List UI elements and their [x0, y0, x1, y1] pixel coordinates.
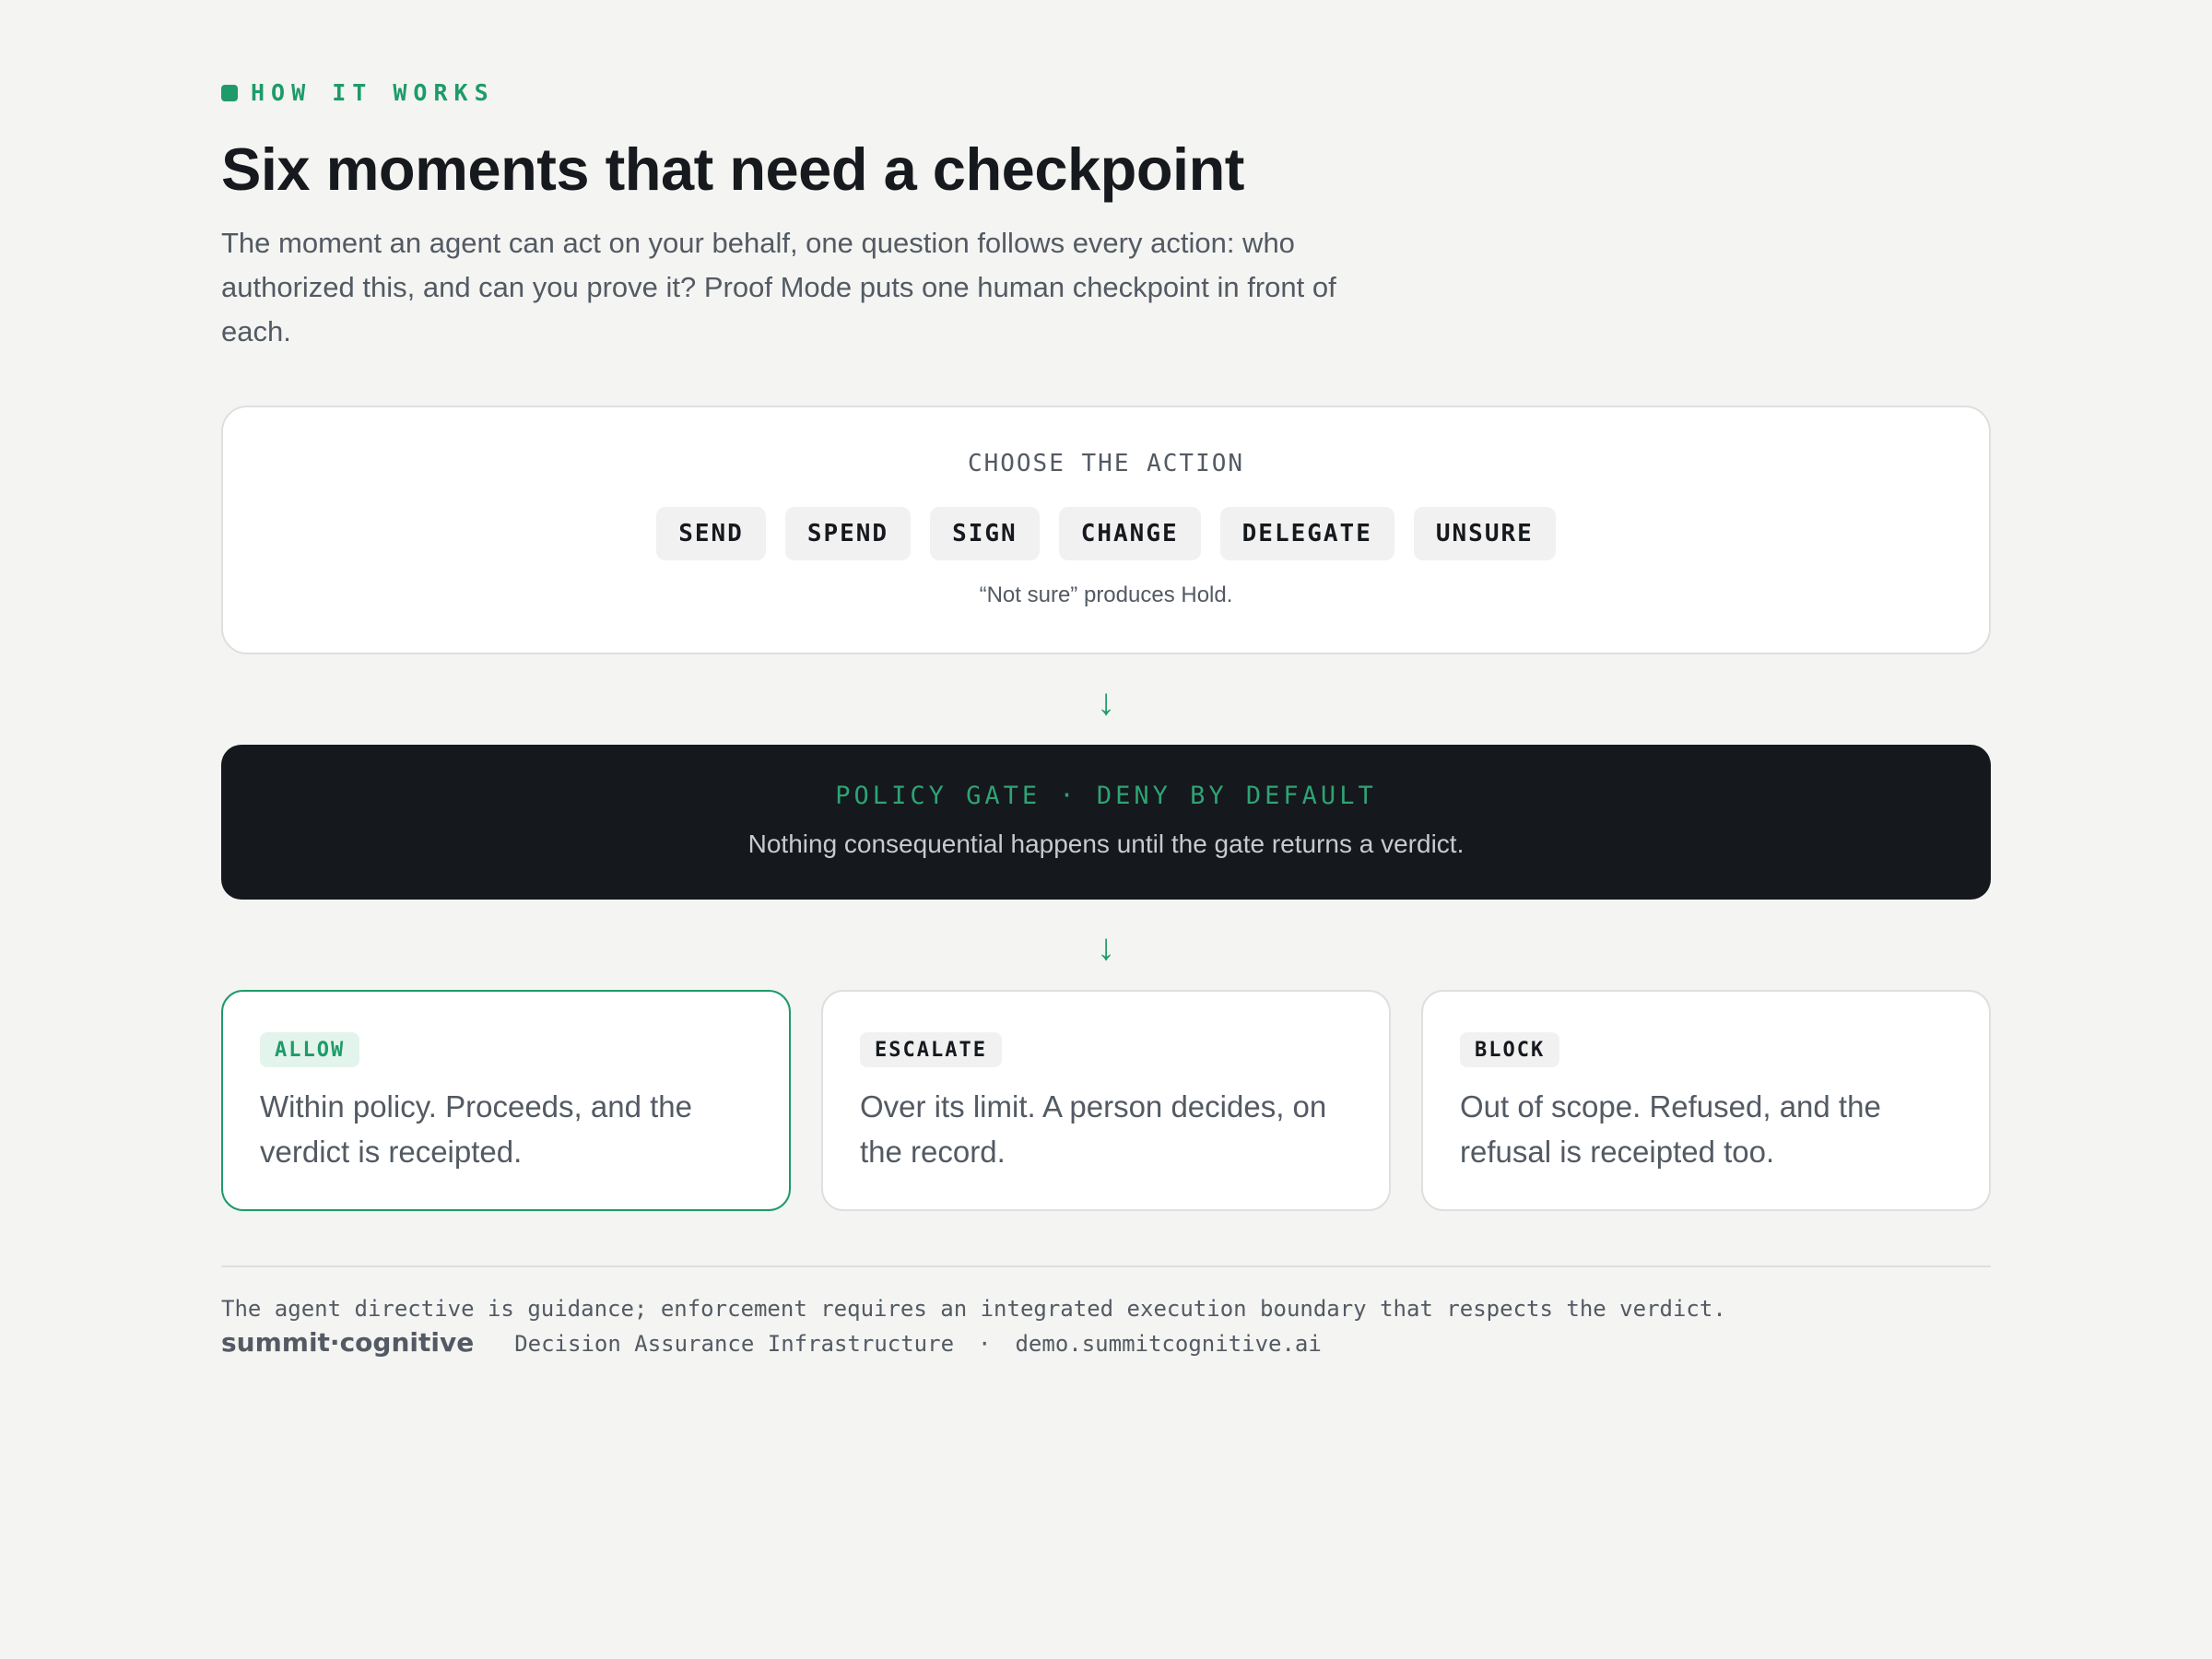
action-button-delegate[interactable]: DELEGATE	[1219, 507, 1394, 560]
intro-paragraph: The moment an agent can act on your beha…	[221, 227, 1336, 347]
policy-gate-panel: POLICY GATE · DENY BY DEFAULT Nothing co…	[221, 745, 1991, 900]
action-button-sign[interactable]: SIGN	[930, 507, 1040, 560]
verdict-badge-block: BLOCK	[1460, 1032, 1560, 1067]
arrow-down-icon: ↓	[1097, 927, 1115, 968]
footer-disclaimer: The agent directive is guidance; enforce…	[221, 1296, 1726, 1322]
verdict-card-escalate: ESCALATE Over its limit. A person decide…	[821, 990, 1391, 1211]
page: HOW IT WORKS Six moments that need a che…	[0, 0, 2212, 1659]
verdict-badge-allow: ALLOW	[260, 1032, 360, 1067]
footer-brand-row: summit·cognitive Decision Assurance Infr…	[221, 1327, 1322, 1358]
page-title: Six moments that need a checkpoint	[221, 135, 1244, 203]
verdict-description: Within policy. Proceeds, and the verdict…	[260, 1089, 692, 1169]
action-button-send[interactable]: SEND	[656, 507, 766, 560]
action-button-unsure[interactable]: UNSURE	[1413, 507, 1556, 560]
brand-logo: summit·cognitive	[221, 1327, 475, 1358]
footer-separator: ·	[978, 1331, 992, 1357]
action-picker-card: CHOOSE THE ACTION SEND SPEND SIGN CHANGE…	[221, 406, 1991, 654]
verdict-badge-escalate: ESCALATE	[860, 1032, 1002, 1067]
verdict-card-block: BLOCK Out of scope. Refused, and the ref…	[1421, 990, 1991, 1211]
footer-domain-link[interactable]: demo.summitcognitive.ai	[1015, 1331, 1321, 1357]
verdict-description: Over its limit. A person decides, on the…	[860, 1089, 1327, 1169]
action-button-spend[interactable]: SPEND	[784, 507, 912, 560]
footer-divider	[221, 1265, 1991, 1267]
action-button-change[interactable]: CHANGE	[1058, 507, 1201, 560]
action-picker-heading: CHOOSE THE ACTION	[967, 450, 1245, 477]
brand-tagline: Decision Assurance Infrastructure	[514, 1331, 955, 1357]
arrow-down-icon: ↓	[1097, 682, 1115, 723]
policy-gate-subtitle: Nothing consequential happens until the …	[747, 830, 1465, 858]
eyebrow-label: HOW IT WORKS	[251, 79, 495, 106]
verdict-card-allow: ALLOW Within policy. Proceeds, and the v…	[221, 990, 791, 1211]
eyebrow: HOW IT WORKS	[221, 79, 495, 106]
verdict-description: Out of scope. Refused, and the refusal i…	[1460, 1089, 1881, 1169]
action-button-row: SEND SPEND SIGN CHANGE DELEGATE UNSURE	[223, 507, 1989, 560]
square-bullet-icon	[221, 84, 238, 101]
action-picker-note: “Not sure” produces Hold.	[979, 582, 1233, 607]
verdict-cards: ALLOW Within policy. Proceeds, and the v…	[221, 990, 1991, 1211]
policy-gate-title: POLICY GATE · DENY BY DEFAULT	[835, 782, 1377, 810]
